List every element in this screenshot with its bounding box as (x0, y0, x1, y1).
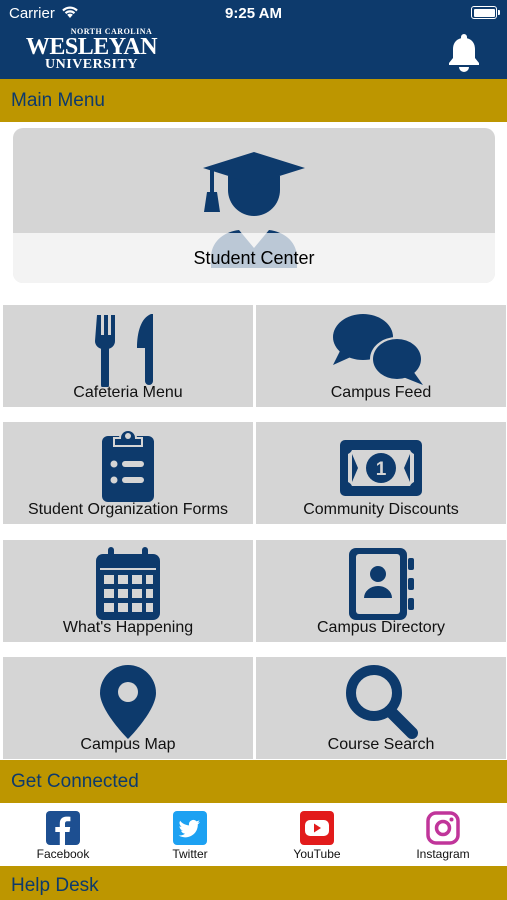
search-icon (346, 665, 418, 739)
university-logo: NORTH CAROLINA WESLEYAN UNIVERSITY (24, 27, 159, 73)
youtube-label: YouTube (293, 847, 341, 861)
tile-course-search[interactable]: Course Search (256, 657, 506, 759)
utensils-icon (95, 314, 153, 387)
student-center-card[interactable]: Student Center (13, 128, 495, 283)
instagram-label: Instagram (416, 847, 470, 861)
youtube-link[interactable]: YouTube (272, 811, 362, 861)
tile-campus-map[interactable]: Campus Map (3, 657, 253, 759)
calendar-icon (96, 547, 160, 620)
get-connected-header: Get Connected (0, 760, 507, 803)
logo-line-2: WESLEYAN (25, 34, 158, 60)
social-links: Facebook Twitter YouTube Instagram (0, 803, 507, 866)
tile-cafeteria-menu[interactable]: Cafeteria Menu (3, 305, 253, 407)
facebook-icon (46, 811, 80, 845)
clipboard-list-icon (102, 429, 154, 502)
tile-label: Campus Map (80, 736, 176, 753)
instagram-link[interactable]: Instagram (398, 811, 488, 861)
tile-label: Course Search (327, 736, 435, 753)
student-center-label: Student Center (193, 248, 315, 268)
tile-label: Cafeteria Menu (73, 384, 183, 401)
tile-label: What's Happening (62, 619, 194, 636)
status-bar: Carrier 9:25 AM (0, 0, 507, 28)
logo-line-3: UNIVERSITY (45, 57, 138, 72)
facebook-link[interactable]: Facebook (18, 811, 108, 861)
tile-label: Campus Feed (330, 384, 432, 401)
tile-student-organization-forms[interactable]: Student Organization Forms (3, 422, 253, 524)
tile-label: Campus Directory (316, 619, 446, 636)
twitter-icon (173, 811, 207, 845)
clock: 9:25 AM (225, 5, 282, 22)
top-bar: Carrier 9:25 AM NORTH CAROLINA WESLEYAN … (0, 0, 507, 79)
twitter-label: Twitter (172, 847, 208, 861)
address-book-icon (349, 548, 414, 620)
twitter-link[interactable]: Twitter (145, 811, 235, 861)
svg-text:1: 1 (376, 459, 387, 480)
tile-whats-happening[interactable]: What's Happening (3, 540, 253, 642)
tile-campus-directory[interactable]: Campus Directory (256, 540, 506, 642)
tile-label: Community Discounts (303, 501, 459, 518)
youtube-icon (300, 811, 334, 845)
battery-icon (471, 6, 500, 19)
money-bill-icon: 1 (340, 440, 422, 496)
bell-icon[interactable] (446, 32, 482, 72)
main-menu-header: Main Menu (0, 79, 507, 122)
instagram-icon (426, 811, 460, 845)
chat-bubbles-icon (333, 314, 424, 385)
tile-community-discounts[interactable]: 1 Community Discounts (256, 422, 506, 524)
facebook-label: Facebook (36, 847, 90, 861)
map-pin-icon (100, 665, 156, 739)
help-desk-header[interactable]: Help Desk (0, 866, 507, 900)
tile-campus-feed[interactable]: Campus Feed (256, 305, 506, 407)
tile-label: Student Organization Forms (27, 501, 229, 518)
